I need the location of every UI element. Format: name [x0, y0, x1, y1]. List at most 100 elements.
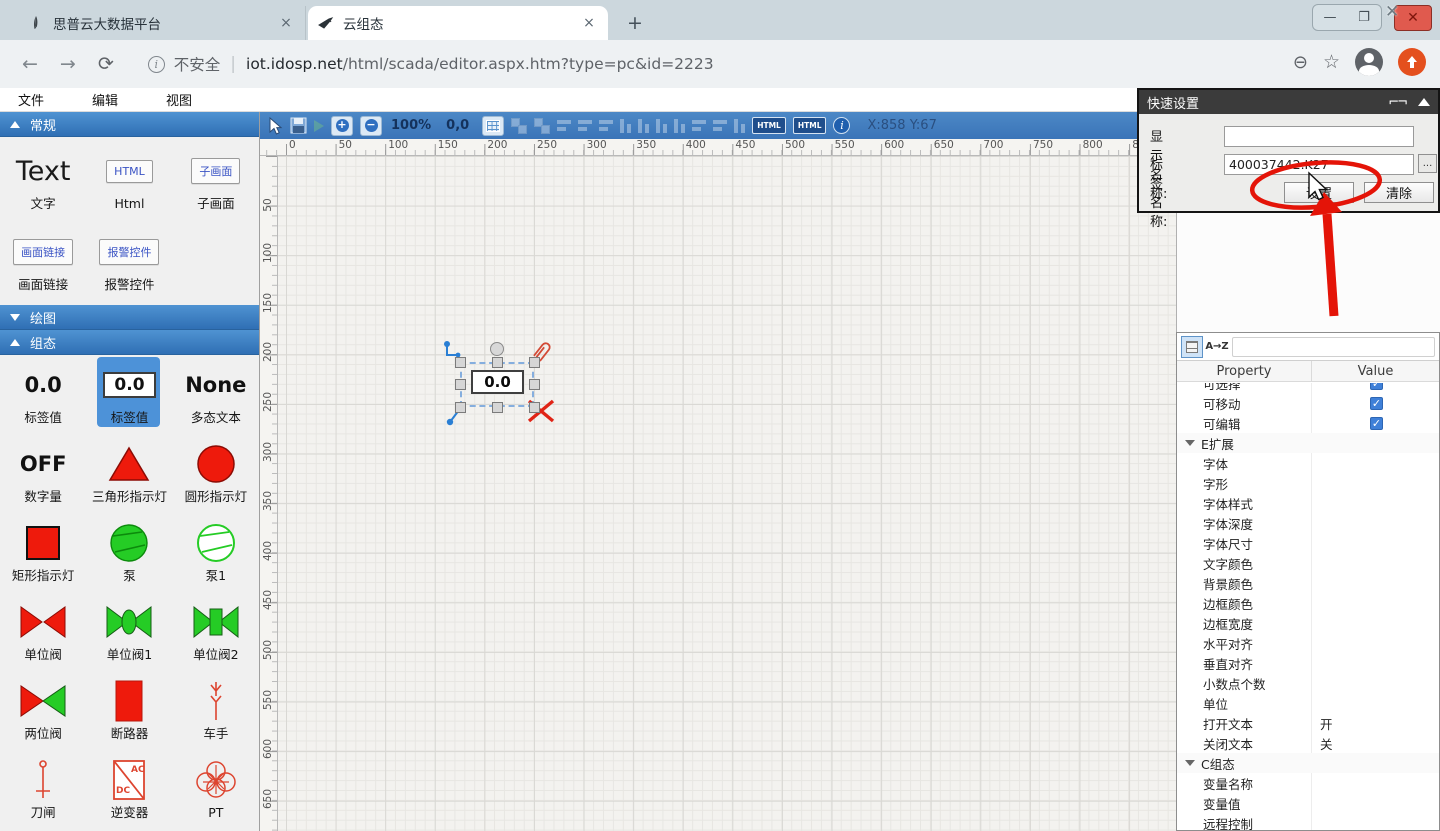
- restore-button[interactable]: ❐: [1347, 5, 1381, 30]
- palette-item-screen-link[interactable]: 画面链接画面链接: [0, 224, 86, 304]
- resize-handle[interactable]: [455, 379, 466, 390]
- checkbox-checked[interactable]: ✓: [1370, 417, 1383, 430]
- property-value[interactable]: [1311, 453, 1439, 473]
- align-left-icon[interactable]: [557, 115, 571, 137]
- selected-tag-value-widget[interactable]: 0.0: [440, 336, 570, 436]
- palette-item-alarm-control[interactable]: 报警控件报警控件: [86, 224, 172, 304]
- section-header-general[interactable]: 常规: [0, 112, 259, 137]
- collapse-panel-icon[interactable]: [1418, 98, 1430, 106]
- property-row[interactable]: 水平对齐: [1177, 633, 1439, 653]
- property-value[interactable]: ✓: [1311, 383, 1439, 393]
- category-collapse-icon[interactable]: [1185, 440, 1195, 446]
- zoom-in-icon[interactable]: +: [331, 115, 353, 137]
- property-value[interactable]: [1311, 573, 1439, 593]
- align-bottom-icon[interactable]: [656, 115, 667, 137]
- property-row[interactable]: 背景颜色: [1177, 573, 1439, 593]
- zoom-out-icon[interactable]: −: [360, 115, 382, 137]
- resize-handle[interactable]: [455, 402, 466, 413]
- resize-handle[interactable]: [529, 357, 540, 368]
- property-row[interactable]: 字体样式: [1177, 493, 1439, 513]
- minimize-button[interactable]: —: [1313, 5, 1347, 30]
- property-value[interactable]: [1311, 493, 1439, 513]
- checkbox-checked[interactable]: ✓: [1370, 397, 1383, 410]
- site-info-icon[interactable]: i: [148, 56, 165, 73]
- property-row[interactable]: 字体: [1177, 453, 1439, 473]
- run-icon[interactable]: [314, 115, 324, 137]
- profile-avatar[interactable]: [1355, 48, 1383, 76]
- palette-item-tag-value-text[interactable]: 0.0标签值: [0, 357, 86, 436]
- design-canvas[interactable]: [278, 156, 1176, 831]
- bookmark-star-icon[interactable]: ☆: [1323, 51, 1340, 73]
- checkbox-checked[interactable]: ✓: [1370, 383, 1383, 390]
- resize-handle[interactable]: [492, 402, 503, 413]
- tab-scada-editor[interactable]: 云组态 ×: [308, 6, 608, 40]
- tag-name-input[interactable]: [1224, 154, 1414, 175]
- select-cursor-icon[interactable]: [268, 115, 283, 137]
- property-row[interactable]: 打开文本开: [1177, 713, 1439, 733]
- back-icon[interactable]: ←: [22, 53, 38, 75]
- align-center-icon[interactable]: [578, 115, 592, 137]
- palette-item-unit-valve1[interactable]: 单位阀1: [86, 594, 172, 673]
- property-row[interactable]: 单位: [1177, 693, 1439, 713]
- ungroup-icon[interactable]: [534, 115, 550, 137]
- property-row[interactable]: 字体深度: [1177, 513, 1439, 533]
- rotate-handle[interactable]: [490, 342, 504, 356]
- property-row[interactable]: 字体尺寸: [1177, 533, 1439, 553]
- palette-item-sub-screen[interactable]: 子画面子画面: [173, 143, 259, 223]
- equal-space-icon[interactable]: [734, 115, 745, 137]
- resize-handle[interactable]: [529, 379, 540, 390]
- section-header-scada[interactable]: 组态: [0, 330, 259, 355]
- align-right-icon[interactable]: [599, 115, 613, 137]
- tab-dashboard[interactable]: 思普云大数据平台 ×: [18, 6, 306, 40]
- palette-item-html[interactable]: HTMLHtml: [86, 143, 172, 223]
- zoom-out-page-icon[interactable]: ⊖: [1293, 52, 1308, 73]
- property-value[interactable]: [1311, 553, 1439, 573]
- property-value[interactable]: 关: [1311, 733, 1439, 753]
- palette-item-two-way-valve[interactable]: 两位阀: [0, 673, 86, 752]
- property-value[interactable]: [1311, 533, 1439, 553]
- property-value[interactable]: ✓: [1311, 393, 1439, 413]
- menu-file[interactable]: 文件: [18, 90, 74, 109]
- tag-browse-button[interactable]: ...: [1418, 154, 1437, 173]
- palette-item-multi-state-text[interactable]: None多态文本: [173, 357, 259, 436]
- property-category-row[interactable]: C组态: [1177, 753, 1439, 773]
- palette-item-triangle-indicator[interactable]: 三角形指示灯: [86, 436, 172, 515]
- tag-value-box[interactable]: 0.0: [471, 370, 524, 394]
- quick-settings-header[interactable]: 快速设置 ⌐¬: [1139, 90, 1438, 114]
- resize-handle[interactable]: [455, 357, 466, 368]
- palette-item-unit-valve2[interactable]: 单位阀2: [173, 594, 259, 673]
- tab-close-icon[interactable]: ×: [578, 12, 600, 34]
- property-value[interactable]: ✓: [1311, 413, 1439, 433]
- property-row[interactable]: 关闭文本关: [1177, 733, 1439, 753]
- distribute-v-icon[interactable]: [713, 115, 727, 137]
- property-value[interactable]: 开: [1311, 713, 1439, 733]
- palette-item-pump1[interactable]: 泵1: [173, 515, 259, 594]
- property-row[interactable]: 边框颜色: [1177, 593, 1439, 613]
- property-row[interactable]: 变量值: [1177, 793, 1439, 813]
- group-icon[interactable]: [511, 115, 527, 137]
- grid-toggle-icon[interactable]: [482, 115, 504, 137]
- palette-item-handcart[interactable]: 车手: [173, 673, 259, 752]
- close-button[interactable]: ✕ ✕: [1394, 5, 1432, 31]
- resize-handle[interactable]: [492, 357, 503, 368]
- distribute-h-icon[interactable]: [692, 115, 706, 137]
- forward-icon[interactable]: →: [60, 53, 76, 75]
- property-value[interactable]: [1311, 773, 1439, 793]
- section-header-drawing[interactable]: 绘图: [0, 305, 259, 330]
- palette-item-knife-switch[interactable]: 刀闸: [0, 752, 86, 831]
- palette-item-circle-indicator[interactable]: 圆形指示灯: [173, 436, 259, 515]
- tab-close-icon[interactable]: ×: [275, 12, 297, 34]
- palette-item-text[interactable]: Text文字: [0, 143, 86, 223]
- reload-icon[interactable]: ⟳: [98, 53, 114, 75]
- property-row[interactable]: 垂直对齐: [1177, 653, 1439, 673]
- new-tab-button[interactable]: +: [622, 10, 648, 36]
- menu-edit[interactable]: 编辑: [92, 90, 148, 109]
- property-value[interactable]: [1311, 793, 1439, 813]
- sort-az-icon[interactable]: A→Z: [1206, 336, 1228, 358]
- category-collapse-icon[interactable]: [1185, 760, 1195, 766]
- property-category-row[interactable]: E扩展: [1177, 433, 1439, 453]
- palette-item-unit-valve[interactable]: 单位阀: [0, 594, 86, 673]
- align-top-icon[interactable]: [620, 115, 631, 137]
- palette-item-rect-indicator[interactable]: 矩形指示灯: [0, 515, 86, 594]
- property-row[interactable]: 可编辑✓: [1177, 413, 1439, 433]
